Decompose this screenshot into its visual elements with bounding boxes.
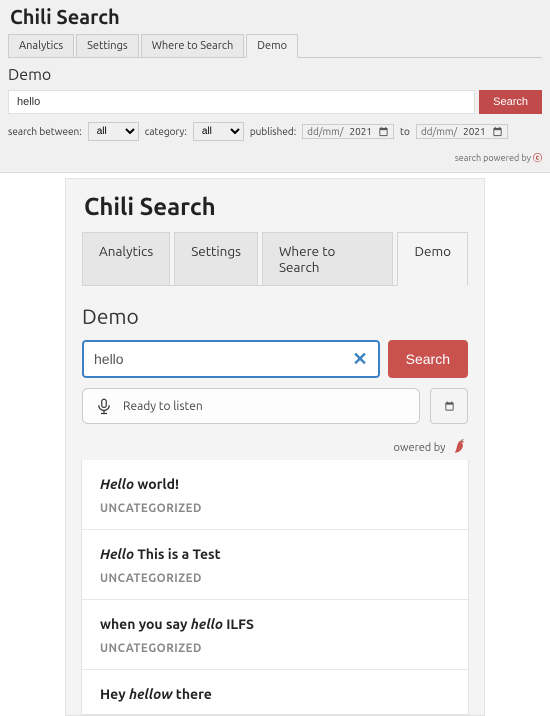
search-button[interactable]: Search <box>479 90 542 114</box>
search-input-wrapper: ✕ <box>82 340 380 378</box>
suggestion-item[interactable]: Hey hellow there <box>82 669 468 702</box>
suggestion-item[interactable]: when you say hello ILFS UNCATEGORIZED <box>82 599 468 655</box>
published-label: published: <box>250 126 296 137</box>
filters-row: search between: all category: all publis… <box>8 122 542 141</box>
calendar-icon <box>378 126 389 137</box>
search-button[interactable]: Search <box>388 340 468 378</box>
section-heading: Demo <box>82 304 468 328</box>
app-title: Chili Search <box>10 5 542 28</box>
chili-mark-icon: ⓒ <box>533 153 542 163</box>
date-picker-button[interactable] <box>430 388 468 424</box>
powered-by: search powered by ⓒ <box>8 151 542 164</box>
powered-by: owered by <box>82 438 468 454</box>
date-year: 2021 <box>463 126 486 137</box>
tabs-bar: Analytics Settings Where to Search Demo <box>8 34 542 58</box>
calendar-icon <box>444 398 455 414</box>
search-input[interactable] <box>8 90 475 114</box>
date-from-input[interactable]: dd/mm/2021 <box>302 124 394 139</box>
suggestion-category: UNCATEGORIZED <box>100 502 450 515</box>
section-heading: Demo <box>8 66 542 84</box>
app-title: Chili Search <box>84 193 468 220</box>
search-row: Search <box>8 90 542 114</box>
tab-analytics[interactable]: Analytics <box>8 34 74 57</box>
foreground-admin-panel: Chili Search Analytics Settings Where to… <box>65 178 485 716</box>
secondary-row: Ready to listen <box>82 388 468 424</box>
clear-icon[interactable]: ✕ <box>351 350 370 368</box>
category-select[interactable]: all <box>193 122 244 141</box>
suggestions-dropdown: Hello world! UNCATEGORIZED Hello This is… <box>81 460 469 715</box>
date-placeholder: dd/mm/ <box>421 126 457 137</box>
tab-where-to-search[interactable]: Where to Search <box>262 232 394 285</box>
suggestion-title: Hello This is a Test <box>100 546 450 562</box>
date-placeholder: dd/mm/ <box>307 126 343 137</box>
chili-logo-icon <box>452 438 468 454</box>
search-between-select[interactable]: all <box>88 122 139 141</box>
voice-listen-button[interactable]: Ready to listen <box>82 388 420 424</box>
tab-demo[interactable]: Demo <box>246 34 298 58</box>
tab-where-to-search[interactable]: Where to Search <box>141 34 245 57</box>
tab-demo[interactable]: Demo <box>397 232 468 286</box>
suggestion-item[interactable]: Hello world! UNCATEGORIZED <box>82 460 468 515</box>
date-year: 2021 <box>349 126 372 137</box>
microphone-icon <box>95 397 113 415</box>
tab-settings[interactable]: Settings <box>174 232 258 285</box>
tab-settings[interactable]: Settings <box>76 34 139 57</box>
category-label: category: <box>145 126 187 137</box>
background-admin-panel: Chili Search Analytics Settings Where to… <box>0 0 550 173</box>
calendar-icon <box>492 126 503 137</box>
tab-analytics[interactable]: Analytics <box>82 232 170 285</box>
suggestion-title: Hello world! <box>100 476 450 492</box>
date-to-input[interactable]: dd/mm/2021 <box>416 124 508 139</box>
suggestion-category: UNCATEGORIZED <box>100 572 450 585</box>
suggestion-category: UNCATEGORIZED <box>100 642 450 655</box>
search-row: ✕ Search <box>82 340 468 378</box>
suggestion-title: when you say hello ILFS <box>100 616 450 632</box>
search-input[interactable] <box>94 342 351 376</box>
search-between-label: search between: <box>8 126 82 137</box>
suggestion-title: Hey hellow there <box>100 686 450 702</box>
voice-listen-label: Ready to listen <box>123 400 203 413</box>
to-label: to <box>400 126 410 137</box>
suggestion-item[interactable]: Hello This is a Test UNCATEGORIZED <box>82 529 468 585</box>
tabs-bar: Analytics Settings Where to Search Demo <box>82 232 468 286</box>
